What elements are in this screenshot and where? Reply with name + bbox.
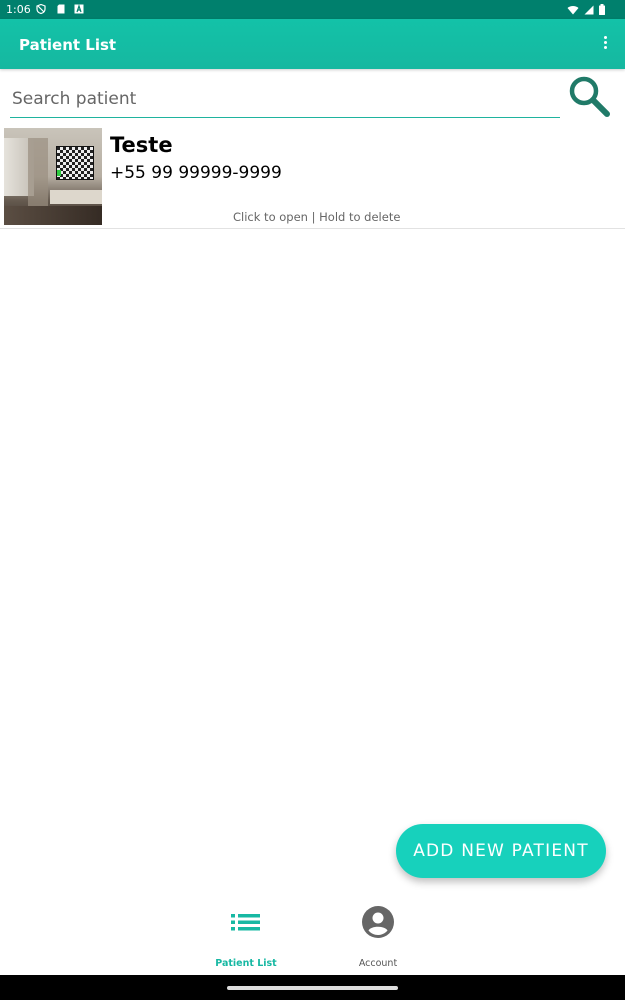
list-icon	[231, 914, 260, 931]
patient-name: Teste	[110, 133, 173, 157]
nav-item-account[interactable]: Account	[333, 893, 423, 975]
search-input[interactable]	[10, 80, 560, 118]
system-nav-bar	[0, 975, 625, 1000]
nav-item-patient-list[interactable]: Patient List	[201, 893, 291, 975]
nav-label-patient-list: Patient List	[215, 958, 277, 969]
wifi-icon	[567, 5, 579, 14]
bottom-navigation: Patient List Account	[0, 893, 625, 975]
app-bar: Patient List	[0, 19, 625, 69]
patient-item-hint: Click to open | Hold to delete	[233, 210, 401, 224]
search-icon[interactable]	[566, 73, 612, 119]
notification-a-icon	[74, 4, 84, 14]
vpn-shield-icon	[36, 4, 46, 14]
status-bar: 1:06	[0, 0, 625, 19]
more-vert-icon[interactable]	[601, 36, 609, 52]
cell-signal-icon	[584, 5, 594, 14]
app-title: Patient List	[19, 36, 117, 54]
sd-card-icon	[57, 4, 65, 14]
patient-photo	[4, 128, 102, 225]
nav-label-account: Account	[358, 958, 398, 969]
account-circle-icon	[362, 906, 394, 938]
add-new-patient-button[interactable]: ADD NEW PATIENT	[396, 824, 606, 878]
patient-phone: +55 99 99999-9999	[110, 163, 282, 183]
status-time: 1:06	[6, 3, 31, 16]
battery-icon	[599, 4, 605, 15]
home-gesture-handle[interactable]	[227, 986, 398, 990]
